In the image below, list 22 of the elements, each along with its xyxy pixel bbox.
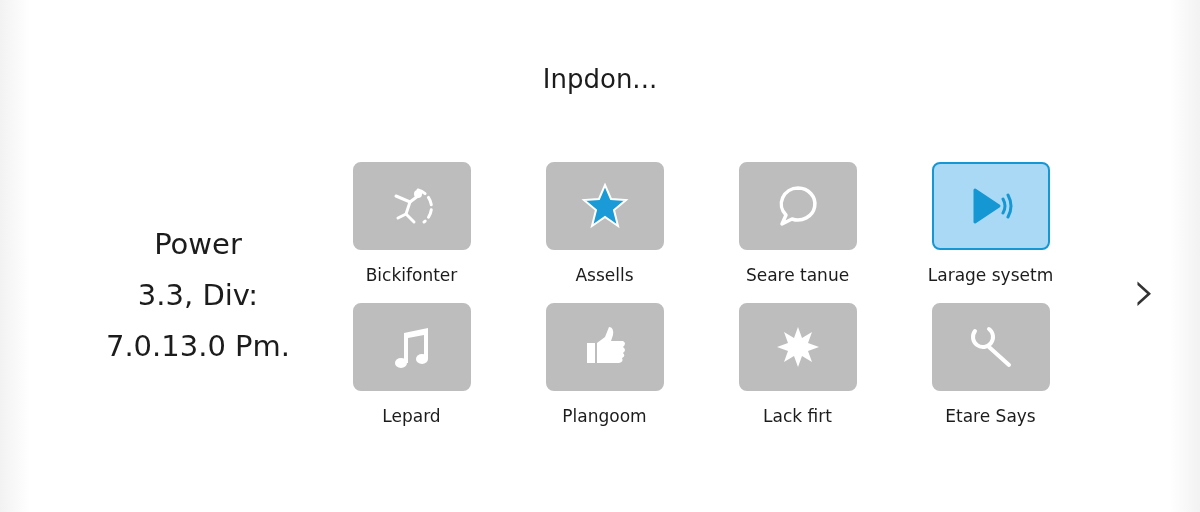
next-button[interactable]: › [1127,261,1163,320]
version-text: 7.0.13.0 Pm. [105,332,291,361]
app-tile[interactable] [931,303,1050,391]
app-label: Lepard [382,405,441,428]
app-label: Larage sysetm [927,264,1054,287]
version-text: 3.3, Div: [137,281,259,310]
app-tile[interactable] [545,162,664,250]
app-tile[interactable] [352,162,471,250]
app-label: Assells [575,264,634,287]
app-label: Bickifonter [365,264,458,287]
app-tile[interactable] [931,162,1050,250]
app-label: Etare Says [945,405,1036,428]
app-tile[interactable] [738,303,857,391]
page-title: Inpdon... [541,63,659,96]
app-label: Plangoom [562,405,647,428]
version-text: Power [154,230,242,259]
app-label: Seare tanue [745,264,850,287]
app-tile[interactable] [352,303,471,391]
star-icon [580,182,629,230]
app-tile[interactable] [545,303,664,391]
app-label: Lack firt [763,405,832,428]
app-tile[interactable] [738,162,857,250]
